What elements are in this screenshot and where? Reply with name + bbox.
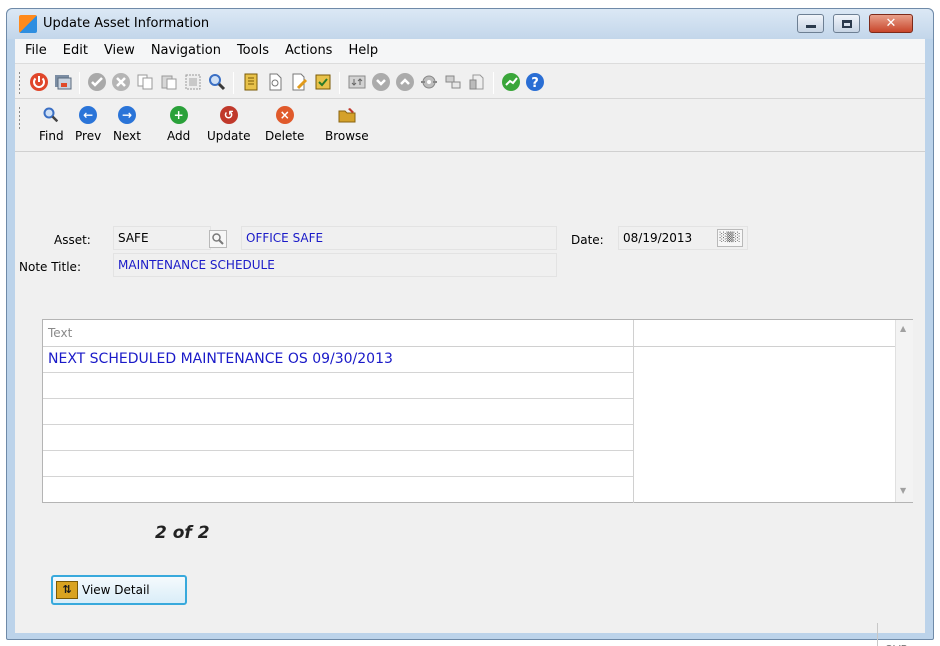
add-label: Add: [167, 129, 191, 143]
date-label: Date:: [571, 233, 604, 247]
update-button[interactable]: ↺ Update: [207, 103, 250, 149]
check-icon[interactable]: [87, 72, 107, 92]
update-icon: ↺: [219, 106, 238, 124]
update-label: Update: [207, 129, 251, 143]
menu-bar: File Edit View Navigation Tools Actions …: [15, 39, 925, 64]
grid-empty-column: [633, 347, 895, 503]
title-bar[interactable]: Update Asset Information ✕: [7, 9, 933, 39]
window: Update Asset Information ✕ File Edit Vie…: [6, 8, 934, 646]
up-circle-icon[interactable]: [395, 72, 415, 92]
app-icon: [19, 15, 37, 33]
next-label: Next: [113, 129, 141, 143]
delete-button[interactable]: × Delete: [265, 103, 304, 149]
edit-document-icon[interactable]: [289, 72, 309, 92]
action-toolbar: Find ← Prev → Next + Add ↺ Update × Dele…: [15, 100, 925, 152]
svg-text:?: ?: [531, 76, 539, 91]
asset-name-field[interactable]: OFFICE SAFE: [241, 226, 557, 250]
asset-label: Asset:: [54, 233, 91, 247]
notes-icon[interactable]: [241, 72, 261, 92]
menu-help[interactable]: Help: [340, 39, 386, 63]
save-screen-icon[interactable]: [53, 72, 73, 92]
menu-edit[interactable]: Edit: [55, 39, 96, 63]
notes-grid[interactable]: Text NEXT SCHEDULED MAINTENANCE OS 09/30…: [42, 319, 913, 503]
browse-folder-icon: [338, 108, 356, 123]
menu-view[interactable]: View: [96, 39, 143, 63]
vertical-scrollbar[interactable]: ▲ ▼: [895, 320, 913, 502]
power-icon[interactable]: [29, 72, 49, 92]
status-bar: OVR: [15, 583, 925, 646]
copy-icon[interactable]: [135, 72, 155, 92]
menu-tools[interactable]: Tools: [229, 39, 277, 63]
menu-navigation[interactable]: Navigation: [143, 39, 229, 63]
gear-add-icon[interactable]: [419, 72, 439, 92]
close-button[interactable]: ✕: [869, 14, 913, 33]
next-icon: →: [117, 106, 136, 124]
calendar-check-icon[interactable]: [313, 72, 333, 92]
menu-file[interactable]: File: [17, 39, 55, 63]
scroll-down-icon[interactable]: ▼: [900, 486, 906, 495]
prev-button[interactable]: ← Prev: [75, 103, 101, 149]
report-icon[interactable]: [467, 72, 487, 92]
client-area: File Edit View Navigation Tools Actions …: [15, 39, 925, 646]
cancel-x-icon[interactable]: [111, 72, 131, 92]
maximize-icon: [841, 19, 852, 28]
magnifier-icon: [43, 107, 59, 123]
magnifier-icon: [212, 233, 224, 245]
add-icon: +: [169, 106, 188, 124]
table-row[interactable]: [43, 399, 633, 425]
paste-icon[interactable]: [159, 72, 179, 92]
prev-icon: ←: [79, 106, 98, 124]
table-row[interactable]: [43, 477, 633, 503]
asset-lookup-button[interactable]: [209, 230, 227, 248]
toolbar-grip[interactable]: [18, 71, 21, 95]
browse-button[interactable]: Browse: [325, 103, 369, 149]
window-title: Update Asset Information: [43, 16, 210, 31]
table-row[interactable]: [43, 425, 633, 451]
asset-code-field[interactable]: SAFE: [113, 226, 211, 250]
date-value: 08/19/2013: [623, 231, 693, 245]
scroll-up-icon[interactable]: ▲: [900, 324, 906, 333]
icon-toolbar: ?: [15, 65, 925, 99]
record-counter: 2 of 2: [155, 523, 210, 543]
select-all-icon[interactable]: [183, 72, 203, 92]
menu-actions[interactable]: Actions: [277, 39, 341, 63]
help-icon[interactable]: ?: [525, 72, 545, 92]
workflow-icon[interactable]: [443, 72, 463, 92]
maximize-button[interactable]: [833, 14, 860, 33]
browse-label: Browse: [325, 129, 369, 143]
delete-label: Delete: [265, 129, 305, 143]
table-row[interactable]: [43, 451, 633, 477]
table-row[interactable]: [43, 373, 633, 399]
document-icon[interactable]: [265, 72, 285, 92]
close-icon: ✕: [885, 16, 897, 31]
search-icon[interactable]: [207, 72, 227, 92]
chart-icon[interactable]: [501, 72, 521, 92]
minimize-button[interactable]: [797, 14, 824, 33]
minimize-icon: [805, 25, 816, 28]
prev-label: Prev: [75, 129, 102, 143]
add-button[interactable]: + Add: [167, 103, 190, 149]
find-button[interactable]: Find: [39, 103, 64, 149]
find-label: Find: [39, 129, 64, 143]
overwrite-mode-indicator: OVR: [877, 623, 915, 646]
text-column-header[interactable]: Text: [43, 320, 633, 347]
toolbar-separator: [79, 72, 80, 94]
next-button[interactable]: → Next: [113, 103, 141, 149]
calendar-icon[interactable]: ░▒░: [717, 229, 743, 247]
down-circle-icon[interactable]: [371, 72, 391, 92]
toolbar-grip[interactable]: [18, 106, 21, 130]
note-title-field[interactable]: MAINTENANCE SCHEDULE: [113, 253, 557, 277]
table-row[interactable]: NEXT SCHEDULED MAINTENANCE OS 09/30/2013: [43, 347, 633, 373]
toolbar-separator: [493, 72, 494, 94]
note-title-label: Note Title:: [19, 260, 81, 274]
toolbar-separator: [233, 72, 234, 94]
empty-column-header: [633, 320, 895, 347]
toolbar-separator: [339, 72, 340, 94]
delete-icon: ×: [275, 106, 294, 124]
transfer-icon[interactable]: [347, 72, 367, 92]
